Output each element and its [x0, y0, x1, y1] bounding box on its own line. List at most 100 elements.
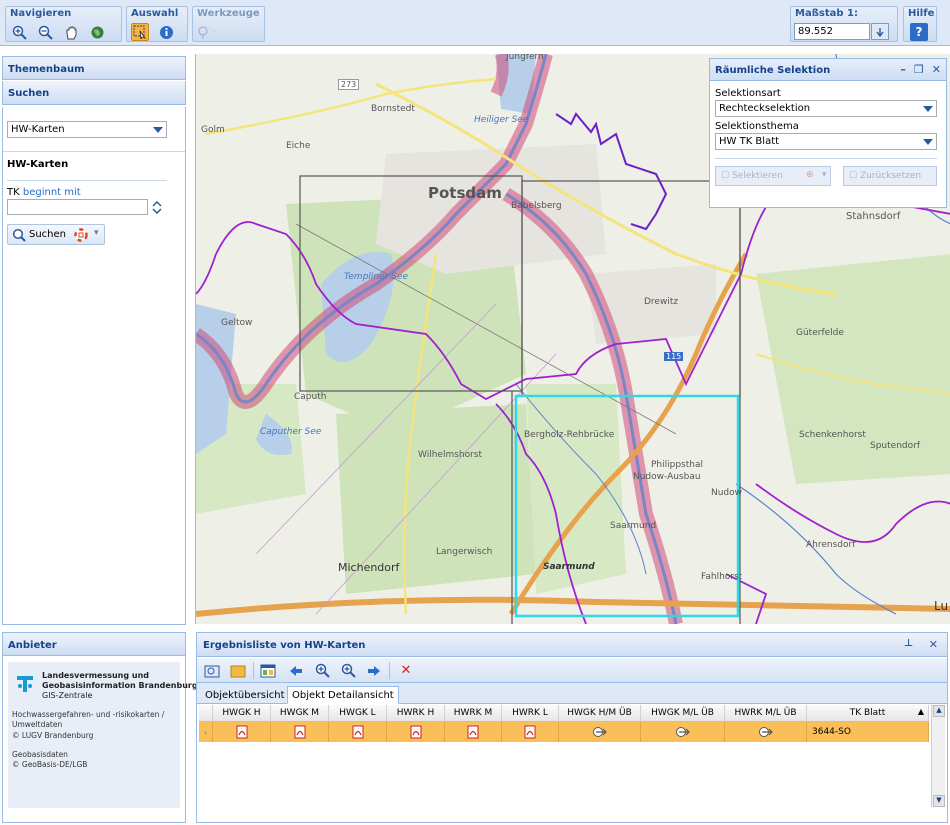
selection-theme-label: Selektionsthema: [715, 121, 799, 132]
org-line3: GIS-Zentrale: [42, 691, 93, 700]
grid-column-header[interactable]: HWGK L: [329, 705, 387, 722]
table-view-button[interactable]: [259, 662, 277, 679]
admin-boundary: [196, 253, 217, 295]
dropdown-arrow-icon: ▾: [94, 228, 99, 238]
select-button[interactable]: ☐ Selektieren ⊕ ▾: [715, 166, 831, 186]
zoom-in-icon: [12, 25, 27, 40]
navigieren-label: Navigieren: [10, 8, 72, 19]
link-hwrk-ml-ueb[interactable]: [725, 722, 807, 742]
hilfe-group: Hilfe ?: [903, 6, 937, 42]
pdf-link-hwgk-h[interactable]: [213, 722, 271, 742]
selection-type-value: Rechteckselektion: [719, 103, 811, 114]
zoom-in-alt-button[interactable]: [339, 662, 357, 679]
selection-theme-value: HW TK Blatt: [719, 136, 780, 147]
help-button[interactable]: ?: [910, 23, 928, 41]
delete-button[interactable]: ✕: [397, 662, 415, 679]
map-label-bergholz: Bergholz-Rehbrücke: [524, 430, 615, 440]
reset-button[interactable]: ☐ Zurücksetzen: [843, 166, 937, 186]
pdf-link-hwrk-l[interactable]: [502, 722, 559, 742]
map-label-potsdam: Potsdam: [428, 184, 502, 202]
zoom-in-button[interactable]: [313, 662, 331, 679]
grid-column-header[interactable]: HWRK H: [387, 705, 445, 722]
map-label-ahrensdorf: Ahrensdorf: [806, 540, 856, 550]
checkbox-icon: ☐: [721, 171, 732, 181]
globe-icon: [91, 26, 103, 38]
overview-link-icon: [758, 727, 773, 737]
map-label-templiner-see: Templiner See: [344, 272, 408, 282]
pdf-icon: [524, 725, 536, 739]
map-label-heiliger-see: Heiliger See: [474, 115, 529, 125]
grid-column-header[interactable]: HWRK M/L ÜB: [725, 705, 807, 722]
row-expander-icon[interactable]: ›: [199, 722, 213, 742]
spatial-selection-header[interactable]: Räumliche Selektion – ❐ ✕: [710, 59, 946, 81]
folder-icon: [230, 665, 246, 677]
scale-input[interactable]: 89.552: [794, 23, 870, 40]
grid-column-header[interactable]: HWGK M: [271, 705, 329, 722]
link-hwgk-hm-ueb[interactable]: [559, 722, 641, 742]
restore-icon[interactable]: ❐: [914, 63, 924, 76]
pdf-link-hwgk-l[interactable]: [329, 722, 387, 742]
pin-icon[interactable]: ⊥: [904, 638, 913, 649]
overview-link-icon: [675, 727, 690, 737]
spatial-selection-title: Räumliche Selektion: [715, 65, 831, 76]
zoom-to-results-button[interactable]: [203, 662, 221, 679]
grid-column-header[interactable]: HWGK M/L ÜB: [641, 705, 725, 722]
provider-panel: Landesvermessung und Geobasisinformation…: [2, 656, 198, 823]
close-icon[interactable]: ✕: [932, 63, 941, 76]
pdf-icon: [410, 725, 421, 739]
map-label-fahlhorst: Fahlhorst: [701, 572, 743, 582]
scale-dropdown-button[interactable]: [871, 23, 889, 40]
full-extent-button[interactable]: [88, 23, 106, 41]
map-label-geltow: Geltow: [221, 318, 253, 328]
zoom-out-button[interactable]: [36, 23, 54, 41]
close-icon[interactable]: ✕: [929, 638, 938, 651]
tk-operator-link[interactable]: beginnt mit: [23, 187, 81, 198]
layer-select[interactable]: HW-Karten: [7, 121, 167, 138]
tab-objekt-detailansicht[interactable]: Objekt Detailansicht: [287, 686, 399, 704]
section-title: HW-Karten: [7, 159, 69, 170]
map-label-road-273: 273: [338, 79, 360, 90]
tk-blatt-header-label: TK Blatt: [849, 708, 886, 718]
scroll-up-icon[interactable]: ▲: [933, 705, 945, 717]
map-label-lu: Lu: [934, 599, 949, 613]
selection-type-label: Selektionsart: [715, 88, 781, 99]
map-label-guterfelde: Güterfelde: [796, 328, 844, 338]
grid-column-header[interactable]: TK Blatt ▲: [807, 705, 929, 722]
search-button[interactable]: Suchen ▾: [7, 224, 105, 245]
minimize-icon[interactable]: –: [900, 63, 906, 76]
grid-column-header[interactable]: HWGK H/M ÜB: [559, 705, 641, 722]
info-button[interactable]: [157, 23, 175, 41]
folder-button[interactable]: [229, 662, 247, 679]
grid-column-header[interactable]: HWRK L: [502, 705, 559, 722]
selection-theme-select[interactable]: HW TK Blatt: [715, 133, 937, 150]
results-tabs: Objektübersicht Objekt Detailansicht: [197, 683, 947, 704]
link-hwgk-ml-ueb[interactable]: [641, 722, 725, 742]
provider-text4: © GeoBasis-DE/LGB: [12, 760, 88, 769]
previous-button[interactable]: [287, 662, 305, 679]
pan-button[interactable]: [62, 23, 80, 41]
lifebuoy-icon: ⊕: [806, 170, 814, 180]
select-rectangle-button[interactable]: [131, 23, 149, 41]
themenbaum-header[interactable]: Themenbaum: [2, 56, 186, 80]
grid-column-header-expander: [199, 705, 213, 722]
next-button[interactable]: [365, 662, 383, 679]
pdf-link-hwrk-h[interactable]: [387, 722, 445, 742]
results-scrollbar[interactable]: ▲ ▼: [931, 705, 945, 807]
tk-input[interactable]: [7, 199, 148, 215]
zoom-to-results-icon: [204, 665, 220, 677]
tab-objektuebersicht[interactable]: Objektübersicht: [200, 686, 290, 704]
selection-type-select[interactable]: Rechteckselektion: [715, 100, 937, 117]
pdf-link-hwrk-m[interactable]: [445, 722, 502, 742]
tk-blatt-cell[interactable]: 3644-SO: [807, 722, 929, 742]
tk-sort-button[interactable]: [149, 199, 165, 215]
anbieter-header[interactable]: Anbieter: [2, 632, 186, 656]
grid-column-header[interactable]: HWGK H: [213, 705, 271, 722]
scroll-down-icon[interactable]: ▼: [933, 795, 945, 807]
grid-column-header[interactable]: HWRK M: [445, 705, 502, 722]
werkzeuge-dropdown[interactable]: [197, 23, 215, 41]
suchen-header[interactable]: Suchen: [2, 81, 186, 105]
navigieren-group: Navigieren: [5, 6, 122, 42]
search-panel: HW-Karten HW-Karten TK beginnt mit Suche…: [2, 107, 186, 625]
pdf-link-hwgk-m[interactable]: [271, 722, 329, 742]
zoom-in-button[interactable]: [10, 23, 28, 41]
